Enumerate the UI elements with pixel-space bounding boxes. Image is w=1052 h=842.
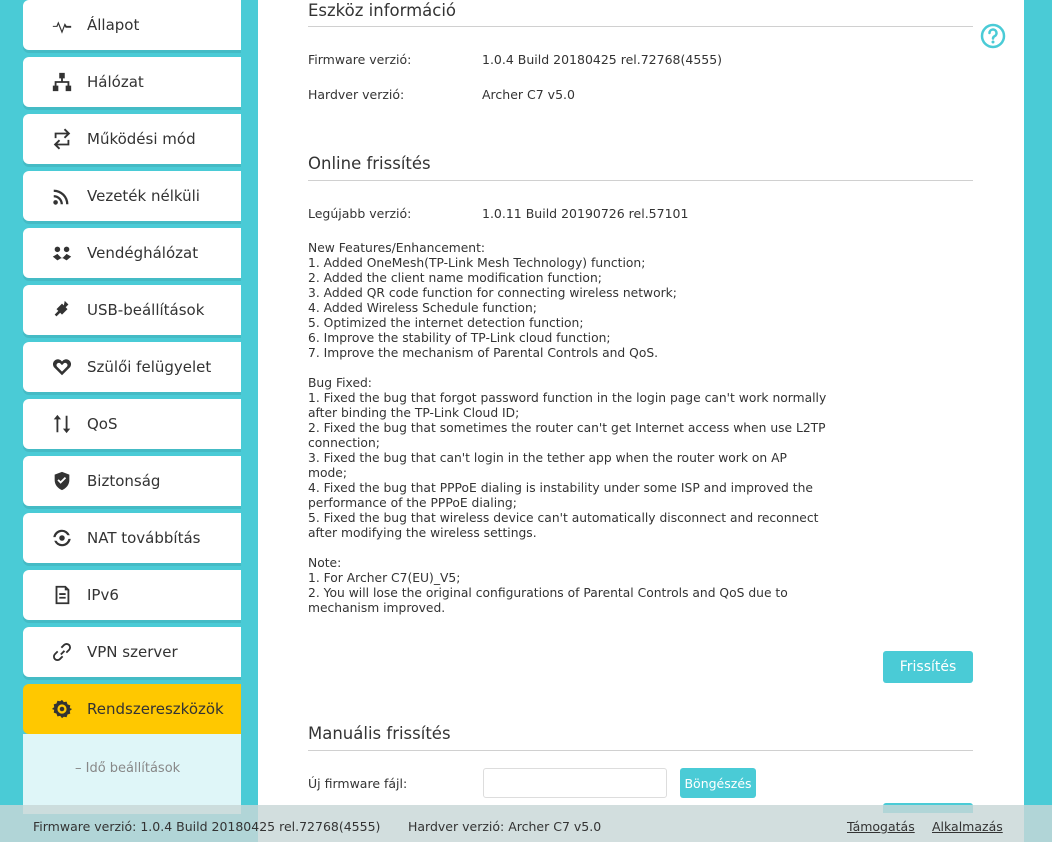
sidebar-item-usb[interactable]: USB-beállítások [23, 285, 241, 335]
heart-icon [50, 355, 74, 379]
sidebar-item-szuloi-felugyelet[interactable]: Szülői felügyelet [23, 342, 241, 392]
wireless-icon [50, 184, 74, 208]
usb-icon [50, 298, 74, 322]
ipv6-icon [50, 583, 74, 607]
section-title-online-update: Online frissítés [308, 154, 431, 173]
sidebar-item-label: Vezeték nélküli [87, 187, 200, 205]
sidebar: Állapot Hálózat Működési mód Vezeték nél… [0, 0, 258, 842]
sidebar-item-mukodesi-mod[interactable]: Működési mód [23, 114, 241, 164]
submenu: – Idő beállítások [23, 734, 241, 814]
submenu-item-ido-beallitasok[interactable]: – Idő beállítások [75, 761, 180, 776]
sidebar-item-vezetek-nelkuli[interactable]: Vezeték nélküli [23, 171, 241, 221]
qos-arrows-icon [50, 412, 74, 436]
gear-icon [50, 697, 74, 721]
footer-firmware: Firmware verzió: 1.0.4 Build 20180425 re… [33, 819, 381, 834]
divider [308, 750, 973, 751]
firmware-file-input[interactable] [483, 768, 667, 798]
sidebar-item-label: Szülői felügyelet [87, 358, 212, 376]
footer: Firmware verzió: 1.0.4 Build 20180425 re… [0, 805, 1052, 842]
browse-button[interactable]: Böngészés [680, 768, 756, 798]
pulse-icon [50, 13, 74, 37]
firmware-value: 1.0.4 Build 20180425 rel.72768(4555) [482, 52, 723, 67]
support-link[interactable]: Támogatás [847, 819, 915, 834]
release-notes: New Features/Enhancement: 1. Added OneMe… [308, 241, 827, 615]
sidebar-item-allapot[interactable]: Állapot [23, 0, 241, 50]
sidebar-item-label: Rendszereszközök [87, 700, 224, 718]
sidebar-item-vendeghalozat[interactable]: Vendéghálózat [23, 228, 241, 278]
sidebar-item-label: IPv6 [87, 586, 119, 604]
sidebar-item-biztonsag[interactable]: Biztonság [23, 456, 241, 506]
latest-version-value: 1.0.11 Build 20190726 rel.57101 [482, 206, 689, 221]
divider [308, 180, 973, 181]
sidebar-item-ipv6[interactable]: IPv6 [23, 570, 241, 620]
sidebar-item-label: Hálózat [87, 73, 144, 91]
sidebar-item-label: Működési mód [87, 130, 196, 148]
section-title-device-info: Eszköz információ [308, 1, 457, 20]
footer-hardware: Hardver verzió: Archer C7 v5.0 [408, 819, 602, 834]
nat-icon [50, 526, 74, 550]
link-icon [50, 640, 74, 664]
sidebar-item-qos[interactable]: QoS [23, 399, 241, 449]
hardware-value: Archer C7 v5.0 [482, 87, 575, 102]
sidebar-item-label: Állapot [87, 16, 140, 34]
mode-switch-icon [50, 127, 74, 151]
sidebar-item-halozat[interactable]: Hálózat [23, 57, 241, 107]
network-icon [50, 70, 74, 94]
sidebar-item-rendszereszkozok[interactable]: Rendszereszközök [23, 684, 241, 734]
guest-icon [50, 241, 74, 265]
sidebar-item-label: NAT továbbítás [87, 529, 201, 547]
update-button[interactable]: Frissítés [883, 651, 973, 683]
divider [308, 26, 973, 27]
sidebar-item-label: Biztonság [87, 472, 161, 490]
hardware-label: Hardver verzió: [308, 87, 405, 102]
help-icon[interactable] [980, 23, 1006, 49]
sidebar-item-label: USB-beállítások [87, 301, 205, 319]
firmware-label: Firmware verzió: [308, 52, 412, 67]
sidebar-item-label: QoS [87, 415, 118, 433]
app-link[interactable]: Alkalmazás [932, 819, 1003, 834]
latest-version-label: Legújabb verzió: [308, 206, 412, 221]
shield-icon [50, 469, 74, 493]
sidebar-item-vpn-szerver[interactable]: VPN szerver [23, 627, 241, 677]
sidebar-item-nat[interactable]: NAT továbbítás [23, 513, 241, 563]
firmware-file-label: Új firmware fájl: [308, 776, 408, 791]
sidebar-item-label: Vendéghálózat [87, 244, 199, 262]
section-title-manual-update: Manuális frissítés [308, 724, 451, 743]
sidebar-item-label: VPN szerver [87, 643, 178, 661]
